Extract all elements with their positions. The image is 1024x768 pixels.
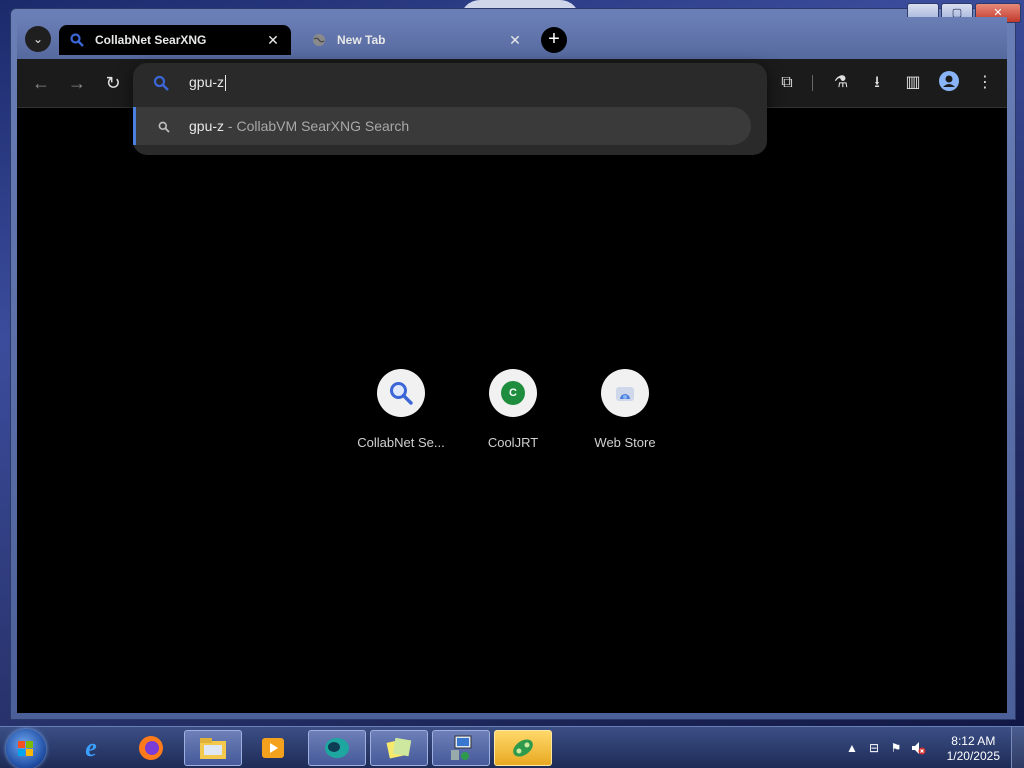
browser-window: ▁ ▢ ✕ ⌄ CollabNet SearXNG ✕ New Tab ✕ + … — [10, 3, 1021, 720]
text-caret — [225, 75, 227, 92]
menu-icon[interactable]: ⋮ — [973, 71, 997, 95]
clock[interactable]: 8:12 AM 1/20/2025 — [947, 734, 1000, 764]
suggestion-separator: - — [224, 118, 237, 134]
tab-collabnet-searxng[interactable]: CollabNet SearXNG ✕ — [59, 25, 291, 55]
omnibox-dropdown: gpu-z gpu-z - CollabVM SearXNG Search — [133, 63, 767, 155]
globe-icon — [311, 32, 327, 48]
firefox-icon — [139, 736, 163, 760]
close-tab-icon[interactable]: ✕ — [265, 32, 281, 49]
show-hidden-icons-icon[interactable]: ▲ — [844, 740, 860, 756]
shortcut-cooljrt[interactable]: C CoolJRT — [457, 369, 569, 450]
messenger-taskbar[interactable] — [494, 730, 552, 766]
letter-c-icon: C — [489, 369, 537, 417]
tab-search-button[interactable]: ⌄ — [25, 26, 51, 52]
internet-explorer-taskbar[interactable]: e — [62, 730, 120, 766]
tab-new-tab[interactable]: New Tab ✕ — [301, 25, 533, 55]
shortcut-label: Web Store — [594, 435, 656, 450]
profile-avatar-icon[interactable] — [937, 71, 961, 95]
suggestion-query: gpu-z — [189, 118, 225, 134]
browser-app-icon — [325, 738, 349, 758]
chevron-down-icon: ⌄ — [32, 32, 44, 46]
new-tab-button[interactable]: + — [541, 27, 567, 53]
toolbar-divider — [812, 75, 813, 91]
close-tab-icon[interactable]: ✕ — [507, 32, 523, 49]
notes-taskbar[interactable] — [370, 730, 428, 766]
plus-icon: + — [548, 28, 560, 50]
media-player-taskbar[interactable] — [244, 730, 302, 766]
volume-muted-icon[interactable] — [910, 740, 926, 756]
shortcut-web-store[interactable]: Web Store — [569, 369, 681, 450]
search-icon — [69, 32, 85, 48]
suggestion-source: CollabVM SearXNG Search — [236, 118, 410, 134]
browser-content: ⌄ CollabNet SearXNG ✕ New Tab ✕ + ← → ↻ … — [17, 17, 1007, 713]
side-panel-icon[interactable]: ▥ — [901, 71, 925, 95]
taskbar: e ▲ ⊟ ⚑ 8:12 AM 1/20/2025 — [0, 726, 1024, 768]
internet-explorer-icon: e — [85, 733, 97, 762]
forward-button[interactable]: → — [65, 71, 89, 95]
file-explorer-taskbar[interactable] — [184, 730, 242, 766]
sticky-notes-icon — [386, 737, 412, 759]
clock-date: 1/20/2025 — [946, 749, 1000, 763]
firefox-taskbar[interactable] — [122, 730, 180, 766]
network-status-icon[interactable]: ⊟ — [866, 740, 882, 756]
media-player-icon — [262, 738, 284, 758]
tab-label: New Tab — [337, 33, 386, 47]
chromium-taskbar[interactable] — [308, 730, 366, 766]
shortcut-label: CoolJRT — [487, 435, 539, 450]
webstore-icon — [601, 369, 649, 417]
address-bar[interactable]: gpu-z — [133, 63, 767, 103]
show-desktop-button[interactable] — [1011, 727, 1024, 768]
network-taskbar[interactable] — [432, 730, 490, 766]
shortcut-label: CollabNet Se... — [357, 435, 445, 450]
labs-icon[interactable]: ⚗ — [829, 71, 853, 95]
clock-time: 8:12 AM — [951, 734, 996, 748]
start-button[interactable] — [6, 729, 46, 768]
reload-button[interactable]: ↻ — [101, 71, 125, 95]
folder-icon — [200, 738, 226, 759]
suggestion-text: gpu-z - CollabVM SearXNG Search — [189, 118, 409, 134]
download-icon[interactable]: ⭳ — [865, 71, 889, 95]
shortcut-collabnet[interactable]: CollabNet Se... — [345, 369, 457, 450]
omnibox-suggestion[interactable]: gpu-z - CollabVM SearXNG Search — [133, 107, 751, 145]
tab-label: CollabNet SearXNG — [95, 33, 207, 47]
address-value: gpu-z — [189, 74, 225, 90]
extensions-icon[interactable]: ⧉ — [775, 71, 799, 95]
windows-logo-icon — [18, 741, 33, 756]
magnifier-icon — [377, 369, 425, 417]
network-computer-icon — [451, 735, 472, 760]
system-tray: ▲ ⊟ ⚑ 8:12 AM 1/20/2025 — [844, 727, 1024, 768]
messenger-icon — [513, 739, 533, 757]
search-icon — [153, 75, 169, 96]
action-center-flag-icon[interactable]: ⚑ — [888, 740, 904, 756]
search-icon — [158, 120, 170, 138]
address-input-text[interactable]: gpu-z — [189, 74, 227, 92]
tab-strip: ⌄ CollabNet SearXNG ✕ New Tab ✕ + — [17, 17, 1007, 59]
back-button[interactable]: ← — [29, 71, 53, 95]
cooljrt-badge: C — [501, 381, 525, 405]
